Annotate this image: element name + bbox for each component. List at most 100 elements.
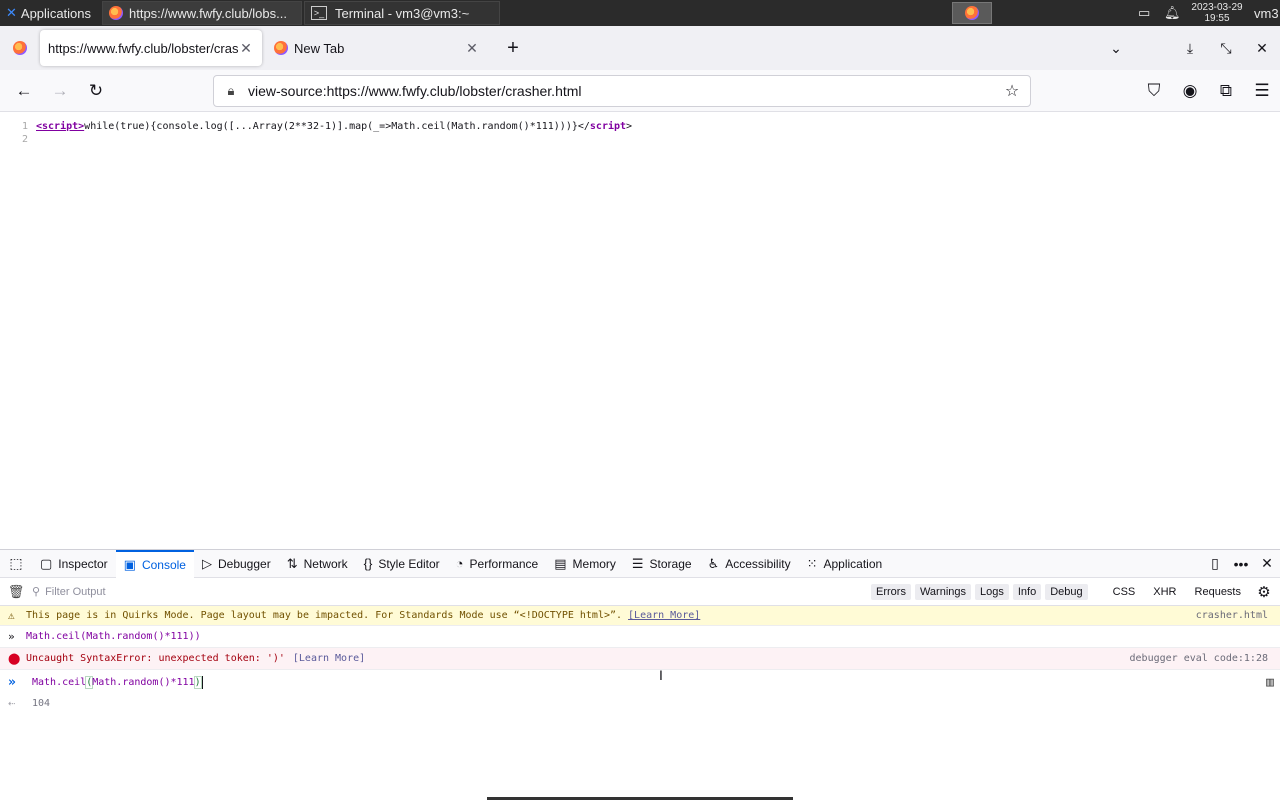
inspector-icon: ▢ xyxy=(40,555,53,571)
close-icon[interactable]: ✕ xyxy=(464,40,480,57)
open-script-tag[interactable]: <script> xyxy=(36,121,84,132)
tab-label: Network xyxy=(303,556,348,571)
filter-debug-button[interactable]: Debug xyxy=(1045,583,1088,600)
tab-accessibility[interactable]: ♿︎ Accessibility xyxy=(700,550,799,578)
tab-memory[interactable]: ▤ Memory xyxy=(546,550,624,578)
tab-label: Memory xyxy=(572,556,616,571)
clock-date: 2023-03-29 xyxy=(1191,2,1243,13)
extensions-puzzle-icon[interactable]: ⧉ xyxy=(1208,81,1244,101)
message-location-link[interactable]: crasher.html xyxy=(1196,610,1268,621)
close-script-tag-name: script xyxy=(589,121,627,132)
console-error-message: ⬤ Uncaught SyntaxError: unexpected token… xyxy=(0,648,1280,670)
applications-icon: ✕ xyxy=(6,5,17,20)
tab-performance[interactable]: ◔ Performance xyxy=(448,550,547,578)
filter-placeholder: Filter Output xyxy=(45,585,106,598)
learn-more-link[interactable]: [Learn More] xyxy=(628,610,700,621)
close-devtools-icon[interactable]: ✕ xyxy=(1254,555,1280,572)
user-name[interactable]: vm3 xyxy=(1250,0,1280,26)
tab-application[interactable]: ⁙ Application xyxy=(799,550,891,578)
taskbar-task-label: https://www.fwfy.club/lobs... xyxy=(129,5,287,21)
new-tab-plus-icon[interactable]: + xyxy=(496,37,530,60)
code-rest: ()*111 xyxy=(158,676,195,688)
tab-label: Console xyxy=(141,557,186,572)
filter-requests-button[interactable]: Requests xyxy=(1190,584,1246,600)
account-icon[interactable]: ◉ xyxy=(1172,81,1208,101)
taskbar-task-firefox[interactable]: https://www.fwfy.club/lobs... xyxy=(102,1,302,25)
message-location-link[interactable]: debugger eval code:1:28 xyxy=(1130,653,1268,664)
element-picker-icon[interactable]: ⬚ xyxy=(0,555,32,572)
filter-logs-button[interactable]: Logs xyxy=(975,583,1009,600)
tab-label: Inspector xyxy=(58,556,108,571)
clock[interactable]: 2023-03-29 19:55 xyxy=(1184,2,1250,24)
error-icon: ⬤ xyxy=(8,652,21,665)
line-number: 1 xyxy=(21,121,28,132)
tab-debugger[interactable]: ▷ Debugger xyxy=(194,550,279,578)
editor-mode-toggle-icon[interactable]: ▥ xyxy=(1266,675,1274,690)
line-number: 2 xyxy=(21,134,28,145)
close-icon[interactable]: ✕ xyxy=(238,40,254,57)
filter-icon: ⚲ xyxy=(32,586,41,598)
tab-label: Accessibility xyxy=(725,556,791,571)
style-editor-icon: {} xyxy=(363,556,373,571)
learn-more-link[interactable]: [Learn More] xyxy=(293,653,365,664)
dock-side-icon[interactable]: ▯ xyxy=(1202,555,1228,572)
filter-info-button[interactable]: Info xyxy=(1012,583,1042,600)
forward-arrow-icon[interactable]: → xyxy=(42,81,78,101)
url-bar[interactable]: 🔒︎ view-source:https://www.fwfy.club/lob… xyxy=(213,75,1031,107)
tab-network[interactable]: ⇅ Network xyxy=(279,550,356,578)
tab-console[interactable]: ▣ Console xyxy=(115,549,194,578)
tray-firefox-button[interactable] xyxy=(952,2,992,24)
browser-tab-new[interactable]: New Tab ✕ xyxy=(266,30,488,66)
input-chevron-icon: » xyxy=(8,630,15,643)
console-icon: ▣ xyxy=(123,556,136,572)
restore-window-icon[interactable]: ⤡ xyxy=(1208,40,1244,57)
more-options-icon[interactable]: ••• xyxy=(1228,556,1254,572)
firefox-view-button[interactable] xyxy=(0,41,40,55)
filter-xhr-button[interactable]: XHR xyxy=(1148,584,1181,600)
notification-bell-icon[interactable]: 🔔︎ xyxy=(1158,0,1184,26)
source-line: 1 <script>while(true){console.log([...Ar… xyxy=(0,120,1280,133)
applications-menu[interactable]: ✕ Applications xyxy=(0,0,100,26)
filter-warnings-button[interactable]: Warnings xyxy=(914,583,972,600)
code-rest: ()*111)) xyxy=(152,631,201,642)
hamburger-menu-icon[interactable]: ☰ xyxy=(1244,81,1280,101)
console-input-prompt[interactable]: » Math.ceil(Math.random ()*111) ▥ xyxy=(0,670,1280,694)
script-body: while(true){console.log([...Array(2**32-… xyxy=(84,121,578,132)
code-inner: Math.random xyxy=(86,631,153,642)
devtools-tab-bar: ⬚ ▢ Inspector ▣ Console ▷ Debugger ⇅ Network… xyxy=(0,549,1280,578)
navigation-toolbar: ← → ↻ 🔒︎ view-source:https://www.fwfy.cl… xyxy=(0,70,1280,112)
back-arrow-icon[interactable]: ← xyxy=(6,81,42,101)
tab-label: Storage xyxy=(649,556,692,571)
tab-style-editor[interactable]: {} Style Editor xyxy=(356,550,448,578)
console-result: ⇠ 104 xyxy=(0,694,1280,712)
applications-label: Applications xyxy=(20,5,92,21)
tab-label: Application xyxy=(823,556,883,571)
tab-label: Debugger xyxy=(217,556,271,571)
close-window-icon[interactable]: ✕ xyxy=(1244,40,1280,57)
taskbar-task-terminal[interactable]: >_ Terminal - vm3@vm3:~ xyxy=(304,1,500,25)
list-all-tabs-chevron-down-icon[interactable]: ⌄ xyxy=(1098,40,1134,57)
tab-inspector[interactable]: ▢ Inspector xyxy=(32,550,116,578)
gear-icon[interactable]: ⚙ xyxy=(1252,583,1276,601)
browser-tab-strip: https://www.fwfy.club/lobster/crasher.ht… xyxy=(0,26,1280,70)
url-text[interactable]: view-source:https://www.fwfy.club/lobste… xyxy=(248,83,1002,99)
prompt-chevron-icon: » xyxy=(8,674,16,690)
trash-icon[interactable]: 🗑︎ xyxy=(0,584,32,600)
result-arrow-icon: ⇠ xyxy=(8,696,16,710)
os-taskbar: ✕ Applications https://www.fwfy.club/lob… xyxy=(0,0,1280,26)
filter-css-button[interactable]: CSS xyxy=(1108,584,1141,600)
firefox-icon xyxy=(109,6,123,20)
reload-icon[interactable]: ↻ xyxy=(78,81,114,101)
console-input-message: » Math.ceil(Math.random ()*111)) xyxy=(0,626,1280,648)
filter-output-input[interactable]: ⚲ Filter Output xyxy=(32,585,232,599)
lock-icon[interactable]: 🔒︎ xyxy=(222,83,240,99)
tab-storage[interactable]: ☰ Storage xyxy=(624,550,700,578)
bookmark-star-icon[interactable]: ☆ xyxy=(1002,81,1022,101)
pocket-icon[interactable]: ⛉ xyxy=(1136,81,1172,101)
browser-tab-crasher[interactable]: https://www.fwfy.club/lobster/crasher.ht… xyxy=(40,30,262,66)
filter-errors-button[interactable]: Errors xyxy=(871,583,911,600)
download-icon[interactable]: ⤓ xyxy=(1172,40,1208,57)
tab-title: https://www.fwfy.club/lobster/crasher.ht… xyxy=(48,40,238,56)
battery-icon[interactable]: ▭ xyxy=(1132,0,1158,26)
tab-title: New Tab xyxy=(294,40,345,56)
